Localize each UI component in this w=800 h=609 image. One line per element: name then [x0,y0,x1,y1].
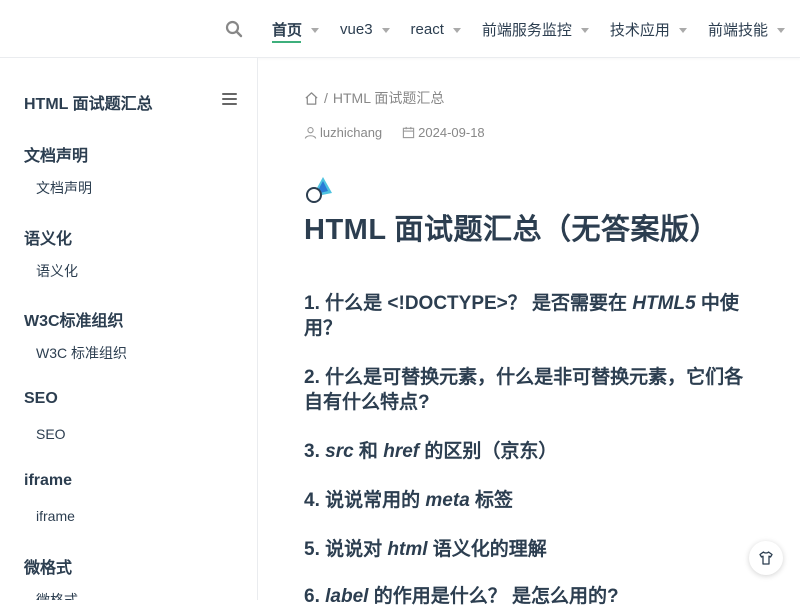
chevron-down-icon [452,27,461,33]
date-info: 2024-09-18 [402,125,485,140]
question-code: label [325,586,369,607]
chevron-down-icon [580,27,589,33]
nav-item-label: vue3 [340,20,373,38]
question-heading-6[interactable]: 6. label 的作用是什么？ 是怎么用的? [304,584,759,609]
nav-item-label: 前端服务监控 [481,21,572,39]
page-title: HTML 面试题汇总（无答案版） [304,214,720,246]
sidebar-group-title[interactable]: W3C标准组织 [24,307,124,331]
nav-item-label: 技术应用 [609,21,670,39]
sidebar-item-link[interactable]: W3C 标准组织 [36,343,127,363]
question-text: 5. 说说对 [304,539,388,560]
question-text: 语义化的理解 [427,539,547,560]
question-text: 4. 说说常用的 [304,490,426,511]
menu-icon[interactable] [222,93,237,106]
article-meta: luzhichang 2024-09-18 [304,125,505,140]
question-text: 和 [353,441,384,462]
publish-date: 2024-09-18 [418,125,485,140]
nav-item-vue3[interactable]: vue3 [340,0,390,58]
question-text: 的区别（京东） [419,441,558,462]
chevron-down-icon [678,27,687,33]
logo-icon [306,177,332,203]
question-code: meta [425,490,470,511]
chevron-down-icon [776,27,785,33]
navbar: 首页 vue3 react 前端服务监控 技术应用 前端技能 [0,0,800,58]
author-name[interactable]: luzhichang [320,125,382,140]
question-text: 标签 [469,490,514,511]
theme-button[interactable] [749,541,783,575]
question-code: HTML5 [632,293,696,314]
search-icon[interactable] [225,20,243,38]
question-heading-2[interactable]: 2. 什么是可替换元素，什么是非可替换元素，它们各自有什么特点? [304,365,759,415]
nav-item-tech[interactable]: 技术应用 [610,0,687,58]
question-text: 1. 什么是 <!DOCTYPE>？ 是否需要在 [304,293,633,314]
question-heading-1[interactable]: 1. 什么是 <!DOCTYPE>？ 是否需要在 HTML5 中使用？ [304,291,759,341]
sidebar-group-title[interactable]: 语义化 [24,225,72,249]
nav-item-monitoring[interactable]: 前端服务监控 [482,0,589,58]
breadcrumb-separator: / [324,90,328,106]
sidebar-item-link[interactable]: 语义化 [36,261,78,281]
nav-item-skills[interactable]: 前端技能 [708,0,785,58]
sidebar: HTML 面试题汇总 文档声明 文档声明 语义化 语义化 W3C标准组织 W3C… [0,58,258,600]
question-heading-5[interactable]: 5. 说说对 html 语义化的理解 [304,537,759,562]
nav-item-label: react [410,20,444,38]
sidebar-item-link[interactable]: 微格式 [36,590,78,600]
question-code: href [383,441,420,462]
sidebar-group-title[interactable]: 文档声明 [24,142,88,166]
question-code: html [387,539,428,560]
breadcrumb: / HTML 面试题汇总 [304,88,444,108]
question-text: 6. [304,586,326,607]
nav-item-react[interactable]: react [411,0,461,58]
sidebar-group-title[interactable]: iframe [24,472,72,490]
chevron-down-icon [381,27,390,33]
question-text: 2. 什么是可替换元素，什么是非可替换元素，它们各自有什么特点? [304,367,744,413]
question-text: 的作用是什么？ 是怎么用的? [368,586,619,607]
nav-item-label: 首页 [272,21,303,39]
sidebar-item-link[interactable]: 文档声明 [36,178,92,198]
question-text: 3. [304,441,326,462]
breadcrumb-current: HTML 面试题汇总 [332,90,445,106]
nav-item-home[interactable]: 首页 [272,0,320,58]
home-icon[interactable] [304,91,319,106]
sidebar-title[interactable]: HTML 面试题汇总 [24,90,153,114]
shirt-icon [759,551,773,565]
calendar-icon [402,126,415,139]
nav-item-label: 前端技能 [707,21,768,39]
sidebar-item-link[interactable]: SEO [36,426,66,442]
sidebar-item-link[interactable]: iframe [36,508,75,524]
question-heading-4[interactable]: 4. 说说常用的 meta 标签 [304,488,759,513]
sidebar-group-title[interactable]: SEO [24,390,58,408]
author-info: luzhichang [304,125,382,140]
question-code: src [325,441,354,462]
chevron-down-icon [311,27,320,33]
nav-links: 首页 vue3 react 前端服务监控 技术应用 前端技能 [272,0,800,58]
user-icon [304,127,317,139]
question-heading-3[interactable]: 3. src 和 href 的区别（京东） [304,439,759,464]
sidebar-group-title[interactable]: 微格式 [24,554,72,578]
